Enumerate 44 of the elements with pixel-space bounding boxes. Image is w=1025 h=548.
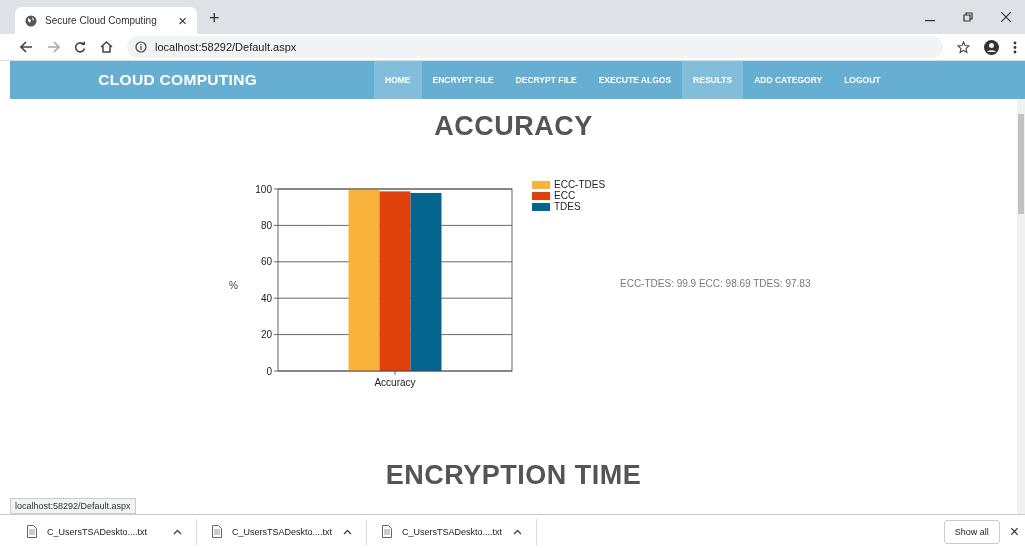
y-tick-label: 40 xyxy=(260,292,272,304)
menu-icon[interactable] xyxy=(1013,40,1017,54)
status-url: localhost:58292/Default.aspx xyxy=(10,498,136,514)
globe-icon xyxy=(25,14,37,27)
reload-icon[interactable] xyxy=(74,41,86,53)
x-category-label: Accuracy xyxy=(374,377,416,388)
download-item[interactable]: C_UsersTSADeskto....txt xyxy=(47,526,163,537)
minimize-icon[interactable] xyxy=(925,20,935,22)
star-icon[interactable] xyxy=(957,40,970,54)
scrollbar[interactable] xyxy=(1017,99,1025,514)
y-tick-label: 60 xyxy=(260,256,272,268)
home-icon[interactable] xyxy=(100,41,113,53)
caret-up-icon[interactable] xyxy=(343,528,352,535)
section-heading: ACCURACY xyxy=(433,111,594,142)
browser-tab[interactable]: Secure Cloud Computing × xyxy=(15,7,197,34)
y-tick-label: 20 xyxy=(260,329,272,341)
file-icon xyxy=(382,525,392,538)
info-icon[interactable] xyxy=(135,41,147,53)
legend-label: ECC xyxy=(554,190,576,201)
y-axis-label: % xyxy=(229,280,238,291)
caret-up-icon[interactable] xyxy=(513,528,522,535)
legend-label: ECC-TDES xyxy=(554,179,606,190)
back-icon[interactable] xyxy=(20,41,33,53)
close-tab-button[interactable]: × xyxy=(178,12,187,29)
accuracy-values: ECC-TDES: 99.9 ECC: 98.69 TDES: 97.83 xyxy=(620,277,811,289)
y-tick-label: 100 xyxy=(255,183,272,195)
download-item[interactable]: C_UsersTSADeskto....txt xyxy=(232,526,333,537)
close-button[interactable]: × xyxy=(1009,522,1019,541)
y-tick-label: 80 xyxy=(260,219,272,231)
legend-label: TDES xyxy=(554,201,581,212)
download-item[interactable]: C_UsersTSADeskto....txt xyxy=(402,526,503,537)
restore-icon[interactable] xyxy=(963,12,973,22)
file-icon xyxy=(27,525,37,538)
y-tick-label: 0 xyxy=(266,365,272,377)
close-icon[interactable] xyxy=(1001,12,1011,22)
caret-up-icon[interactable] xyxy=(173,528,182,535)
url-field[interactable]: localhost:58292/Default.aspx xyxy=(155,41,297,53)
show-all-button[interactable]: Show all xyxy=(943,519,1000,544)
file-icon xyxy=(212,525,222,538)
account-icon[interactable] xyxy=(984,39,999,55)
scrollbar-thumb[interactable] xyxy=(1018,114,1024,214)
new-tab-button[interactable]: + xyxy=(209,8,220,29)
section-heading: ENCRYPTION TIME xyxy=(384,460,643,491)
tab-title: Secure Cloud Computing xyxy=(45,15,158,26)
